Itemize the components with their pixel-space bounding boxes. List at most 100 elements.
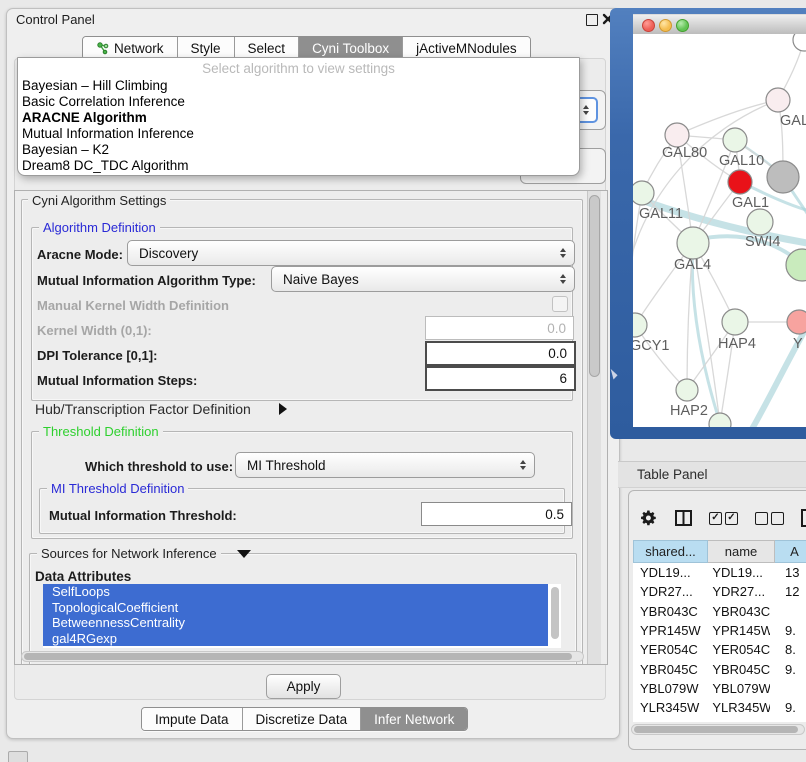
split-view-icon[interactable]	[675, 510, 692, 526]
attributes-scrollbar-thumb[interactable]	[551, 587, 559, 639]
dropdown-item[interactable]: ARACNE Algorithm	[18, 110, 579, 126]
tab-discretize-data[interactable]: Discretize Data	[243, 708, 362, 730]
combobox-arrows-icon	[552, 248, 574, 258]
collapsed-panel-icon[interactable]	[8, 751, 28, 762]
gear-icon[interactable]	[640, 509, 658, 527]
table-row[interactable]: YIL052CYIL052C9	[633, 717, 806, 722]
network-node[interactable]	[677, 227, 709, 259]
select-all-columns-icon[interactable]: ✓✓	[709, 512, 738, 525]
dropdown-item[interactable]: Bayesian – Hill Climbing	[18, 78, 579, 94]
kernel-width-field[interactable]: 0.0	[425, 316, 574, 340]
node-label: GAL80	[662, 145, 707, 161]
dpi-tolerance-field[interactable]: 0.0	[425, 341, 576, 366]
attribute-list-item[interactable]: TopologicalCoefficient	[43, 600, 548, 616]
aracne-mode-combobox[interactable]: Discovery	[127, 240, 575, 266]
node-label: GAL10	[719, 153, 764, 169]
expand-hub-icon[interactable]	[279, 403, 287, 415]
settings-horizontal-scrollbar[interactable]	[21, 651, 584, 662]
zoom-window-icon[interactable]	[676, 19, 689, 32]
node-label: GAL4	[674, 257, 711, 273]
attribute-list-item[interactable]: BetweennessCentrality	[43, 615, 548, 631]
deselect-all-columns-icon[interactable]: ✓✓	[755, 512, 784, 525]
node-label: Y	[793, 336, 803, 352]
close-window-icon[interactable]	[642, 19, 655, 32]
table-row[interactable]: YPR145WYPR145W9.	[633, 621, 806, 640]
tab-style[interactable]: Style	[178, 37, 235, 59]
manual-kernel-checkbox[interactable]	[552, 296, 568, 312]
network-node[interactable]	[633, 181, 654, 205]
column-header-shared...[interactable]: shared...	[633, 540, 708, 563]
network-node[interactable]	[787, 310, 806, 334]
network-node[interactable]	[665, 123, 689, 147]
combobox-arrows-icon	[512, 460, 534, 470]
node-label: GAL11	[639, 206, 683, 222]
network-node[interactable]	[766, 88, 790, 112]
table-horizontal-scrollbar[interactable]	[631, 724, 805, 735]
collapse-sources-icon[interactable]	[237, 550, 251, 558]
minimize-window-icon[interactable]	[659, 19, 672, 32]
file-icon[interactable]	[801, 509, 806, 527]
dropdown-item[interactable]: Mutual Information Inference	[18, 126, 579, 142]
tab-infer-network[interactable]: Infer Network	[361, 708, 467, 730]
table-row[interactable]: YBR045CYBR045C9.	[633, 659, 806, 678]
column-header-A[interactable]: A	[775, 540, 806, 563]
network-node[interactable]	[633, 313, 647, 337]
tab-label: Discretize Data	[256, 712, 348, 727]
mi-algorithm-type-combobox[interactable]: Naive Bayes	[271, 266, 575, 292]
dropdown-item[interactable]: Basic Correlation Inference	[18, 94, 579, 110]
settings-scrollbar-thumb[interactable]	[589, 195, 600, 377]
column-header-name[interactable]: name	[708, 540, 775, 563]
tab-network[interactable]: Network	[83, 37, 178, 59]
table-cell: YER054C	[633, 642, 705, 657]
network-node[interactable]	[723, 128, 747, 152]
attribute-list-item[interactable]: gal4RGexp	[43, 631, 548, 647]
network-node[interactable]	[722, 309, 748, 335]
table-row[interactable]: YBL079WYBL079W	[633, 679, 806, 698]
tab-impute-data[interactable]: Impute Data	[142, 708, 243, 730]
attributes-list-scrollbar[interactable]	[550, 584, 561, 648]
which-threshold-label: Which threshold to use:	[85, 459, 233, 474]
settings-vertical-scrollbar[interactable]	[587, 191, 601, 664]
network-node[interactable]	[747, 209, 773, 235]
table-cell: YDL19...	[705, 565, 770, 580]
table-cell: 12	[770, 584, 806, 599]
table-row[interactable]: YLR345WYLR345W9.	[633, 698, 806, 717]
node-label: GAL1	[732, 195, 769, 211]
network-canvas[interactable]: GALGAL80GAL10GAL1GAL11SWI4GAL4GCY1HAP4YH…	[633, 34, 806, 427]
aracne-mode-label: Aracne Mode:	[37, 247, 123, 262]
table-scrollbar-thumb[interactable]	[634, 726, 798, 733]
aracne-mode-value: Discovery	[128, 246, 552, 261]
network-node[interactable]	[728, 170, 752, 194]
table-row[interactable]: YDR27...YDR27...12	[633, 582, 806, 601]
dropdown-item[interactable]: Dream8 DC_TDC Algorithm	[18, 158, 579, 174]
apply-button[interactable]: Apply	[266, 674, 341, 699]
algorithm-definition-title: Algorithm Definition	[39, 220, 160, 235]
network-node[interactable]	[767, 161, 799, 193]
mi-threshold-field[interactable]: 0.5	[421, 502, 572, 526]
dropdown-item[interactable]: Bayesian – K2	[18, 142, 579, 158]
which-threshold-combobox[interactable]: MI Threshold	[235, 452, 535, 478]
tab-cyni-toolbox[interactable]: Cyni Toolbox	[299, 37, 403, 59]
network-node[interactable]	[793, 34, 806, 51]
tab-select[interactable]: Select	[235, 37, 300, 59]
float-window-icon[interactable]	[586, 14, 598, 26]
mi-threshold-definition-title: MI Threshold Definition	[47, 481, 188, 496]
network-edge[interactable]	[677, 100, 778, 135]
horizontal-scrollbar-thumb[interactable]	[24, 653, 572, 660]
tab-jactivemnodules[interactable]: jActiveMNodules	[403, 37, 530, 59]
table-cell: YLR345W	[705, 700, 770, 715]
table-row[interactable]: YER054CYER054C8.	[633, 640, 806, 659]
network-node[interactable]	[676, 379, 698, 401]
network-window-titlebar[interactable]	[633, 14, 806, 35]
table-cell: 13	[770, 565, 806, 580]
kernel-width-label: Kernel Width (0,1):	[37, 323, 152, 338]
cyni-bottom-tabbar: Impute Data Discretize Data Infer Network	[141, 707, 468, 731]
network-node[interactable]	[709, 413, 731, 427]
dpi-tolerance-label: DPI Tolerance [0,1]:	[37, 348, 157, 363]
table-row[interactable]: YDL19...YDL19...13	[633, 563, 806, 582]
node-label: HAP4	[718, 336, 756, 352]
table-row[interactable]: YBR043CYBR043C	[633, 602, 806, 621]
mi-steps-field[interactable]: 6	[425, 366, 576, 391]
attribute-list-item[interactable]: SelfLoops	[43, 584, 548, 600]
table-cell: YBR043C	[633, 604, 705, 619]
